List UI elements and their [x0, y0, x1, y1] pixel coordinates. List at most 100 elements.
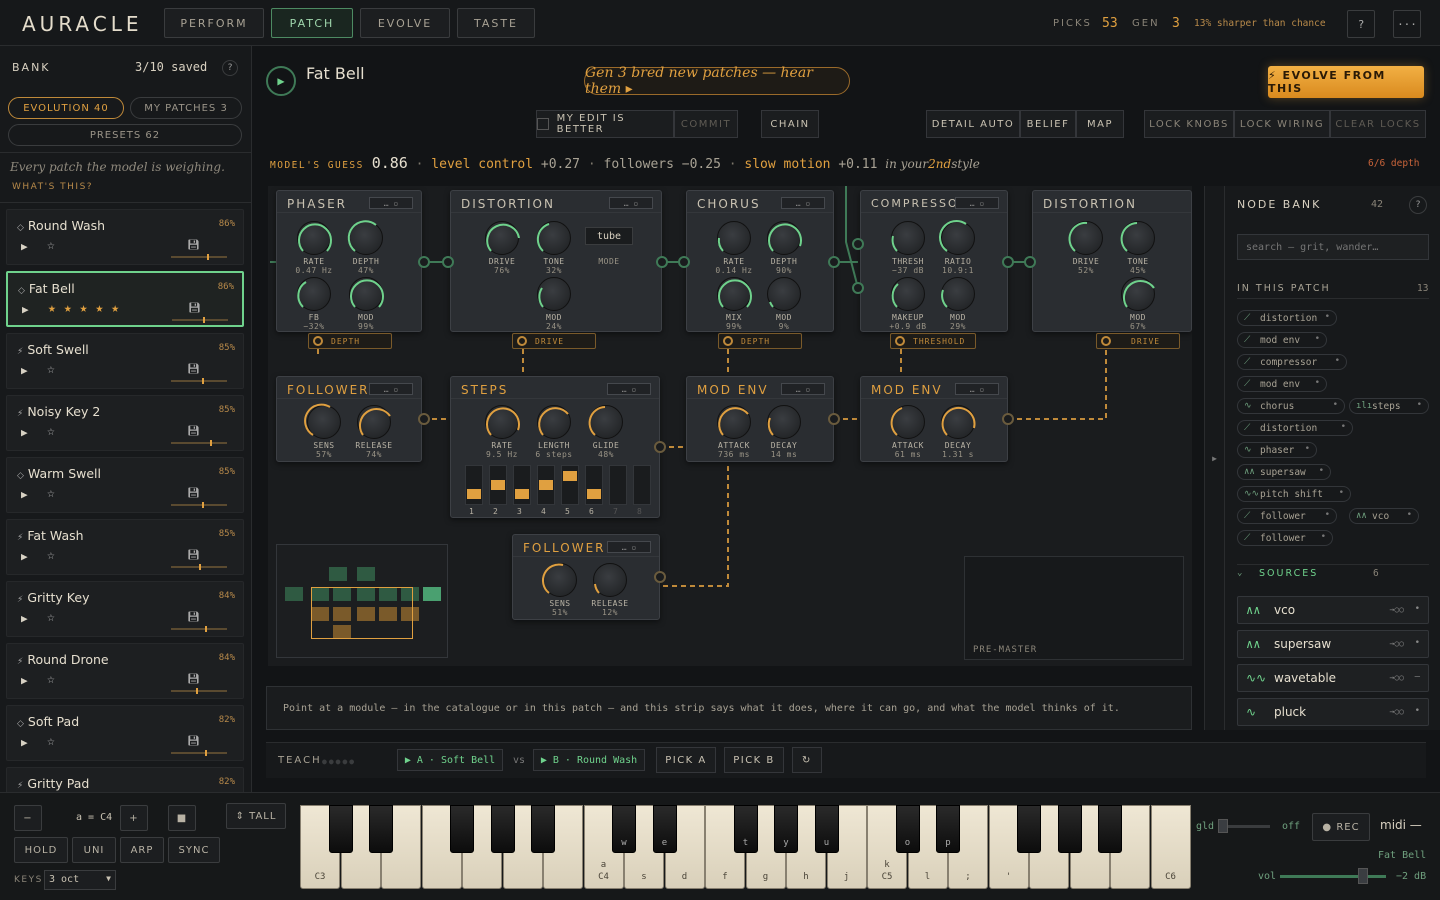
play-option-a-button[interactable]: ▶ A · Soft Bell — [397, 749, 503, 771]
detail-auto-button[interactable]: DETAIL AUTO — [926, 110, 1020, 138]
patch-node-chip[interactable]: ⟋ mod env • — [1237, 332, 1327, 348]
step-cell[interactable] — [609, 465, 627, 505]
distortion-module[interactable]: DISTORTION … ▫ DRIVE 76% TONE 32% tube MOD… — [450, 190, 662, 332]
add-route-icon[interactable]: →○○ — [1390, 707, 1404, 716]
lock-knobs-button[interactable]: LOCK KNOBS — [1144, 110, 1234, 138]
thresh-knob[interactable] — [891, 221, 925, 255]
commit-button[interactable]: COMMIT — [674, 110, 738, 138]
module-menu[interactable]: … ▫ — [607, 541, 651, 553]
sens-knob[interactable] — [542, 563, 577, 597]
sources-label[interactable]: SOURCES — [1259, 568, 1318, 579]
patch-card[interactable]: ⚡ Round Drone 84% ▶ ☆ 💾︎ — [6, 643, 244, 699]
collapse-panel-handle[interactable]: ▶ — [1204, 186, 1224, 730]
source-item[interactable]: ∿ pluck →○○ • — [1237, 698, 1429, 726]
module-menu[interactable]: … ▫ — [781, 383, 825, 395]
slider-handle[interactable] — [1358, 868, 1368, 884]
mod-output-port[interactable] — [654, 441, 666, 453]
glide-slider[interactable] — [1218, 819, 1270, 833]
phaser-module[interactable]: PHASER … ▫ RATE 0.47 Hz DEPTH 47% FB −32% M… — [276, 190, 422, 332]
patch-node-chip[interactable]: ⟋ distortion • — [1237, 310, 1337, 326]
presets-filter[interactable]: PRESETS 62 — [8, 124, 242, 146]
minimap-viewport[interactable] — [311, 587, 413, 639]
mod-knob[interactable] — [1121, 277, 1155, 311]
black-key[interactable] — [369, 805, 393, 853]
play-icon[interactable]: ▶ — [21, 674, 28, 687]
stop-button[interactable]: ■ — [168, 805, 196, 831]
follower-module[interactable]: FOLLOWER … ▫ SENS 57% RELEASE 74% — [276, 376, 422, 462]
play-icon[interactable]: ▶ — [21, 364, 28, 377]
depth-knob[interactable] — [347, 220, 383, 255]
tab-evolve[interactable]: EVOLVE — [360, 8, 450, 38]
mod-knob[interactable] — [941, 277, 975, 311]
attack-knob[interactable] — [717, 405, 751, 439]
record-button[interactable]: ● REC — [1312, 813, 1370, 841]
patch-card[interactable]: ◇ Soft Pad 82% ▶ ☆ 💾︎ — [6, 705, 244, 761]
black-key[interactable]: o — [895, 805, 920, 853]
save-icon[interactable]: 💾︎ — [187, 612, 200, 623]
drive-knob[interactable] — [485, 221, 520, 255]
my-patches-filter[interactable]: MY PATCHES 3 — [130, 97, 242, 119]
tone-knob[interactable] — [1120, 221, 1155, 255]
save-icon[interactable]: 💾︎ — [187, 364, 200, 375]
play-icon[interactable]: ▶ — [21, 426, 28, 439]
octave-down-button[interactable]: − — [14, 805, 42, 831]
fb-knob[interactable] — [297, 277, 331, 311]
evolve-from-this-button[interactable]: ⚡ EVOLVE FROM THIS — [1268, 66, 1424, 98]
help-button[interactable]: ? — [1347, 10, 1375, 38]
patch-node-chip[interactable]: ∿ chorus • — [1237, 398, 1345, 414]
step-cell[interactable] — [489, 465, 507, 505]
save-icon[interactable]: 💾︎ — [187, 426, 200, 437]
unison-button[interactable]: UNI — [72, 837, 116, 863]
output-port[interactable] — [656, 256, 668, 268]
mod-knob[interactable] — [767, 277, 801, 311]
new-patches-banner[interactable]: Gen 3 bred new patches — hear them ▸ — [584, 65, 850, 97]
follower-module-2[interactable]: FOLLOWER … ▫ SENS 51% RELEASE 12% — [512, 534, 660, 620]
module-menu[interactable]: … ▫ — [609, 197, 653, 209]
input-port[interactable] — [442, 256, 454, 268]
save-icon[interactable]: 💾︎ — [187, 736, 200, 747]
output-port[interactable] — [418, 256, 430, 268]
depth-knob[interactable] — [767, 221, 802, 255]
output-port[interactable] — [828, 256, 840, 268]
module-menu[interactable]: … ▫ — [955, 383, 999, 395]
patch-node-chip[interactable]: ∧∧ vco • — [1349, 508, 1419, 524]
patch-card[interactable]: ⚡Gritty Pad 82% ▶ 💾︎ — [6, 767, 244, 792]
mix-knob[interactable] — [717, 277, 752, 311]
volume-slider[interactable] — [1280, 868, 1386, 884]
distortion-mod-target[interactable]: DRIVE — [512, 333, 596, 349]
sync-button[interactable]: SYNC — [168, 837, 220, 863]
mode-select[interactable]: tube — [585, 227, 633, 245]
step-cell[interactable] — [513, 465, 531, 505]
arp-button[interactable]: ARP — [120, 837, 164, 863]
module-menu[interactable]: … ▫ — [781, 197, 825, 209]
more-button[interactable]: ··· — [1393, 10, 1421, 38]
black-key[interactable] — [1057, 805, 1082, 853]
map-button[interactable]: MAP — [1076, 110, 1124, 138]
rate-knob[interactable] — [297, 221, 332, 255]
play-patch-button[interactable]: ▶ — [266, 66, 296, 96]
midi-status[interactable]: midi — — [1380, 818, 1422, 832]
input-port[interactable] — [1024, 256, 1036, 268]
black-key[interactable] — [490, 805, 515, 853]
evolution-filter[interactable]: EVOLUTION 40 — [8, 97, 124, 119]
rating-stars[interactable]: ☆ — [47, 548, 63, 563]
patch-node-chip[interactable]: ⟋ follower • — [1237, 530, 1333, 546]
play-option-b-button[interactable]: ▶ B · Round Wash — [533, 749, 645, 771]
patch-node-chip[interactable]: ∿∿ pitch shift • — [1237, 486, 1351, 502]
bank-help-icon[interactable]: ? — [222, 60, 238, 76]
clear-locks-button[interactable]: CLEAR LOCKS — [1330, 110, 1426, 138]
patch-card[interactable]: ⚡ Gritty Key 84% ▶ ☆ 💾︎ — [6, 581, 244, 637]
distortion-2-mod-target[interactable]: DRIVE — [1096, 333, 1180, 349]
save-icon[interactable]: 💾︎ — [187, 674, 200, 685]
tall-toggle[interactable]: ⇕ TALL — [226, 803, 286, 829]
black-key[interactable] — [328, 805, 353, 853]
black-key[interactable]: w — [612, 805, 636, 853]
rating-stars[interactable]: ★★★★★ — [48, 301, 127, 316]
module-menu[interactable]: … ▫ — [955, 197, 999, 209]
keys-range-select[interactable]: 3 oct ▼ — [44, 870, 116, 890]
patch-node-chip[interactable]: ⟋ mod env • — [1237, 376, 1327, 392]
black-key[interactable]: y — [774, 805, 798, 853]
save-icon[interactable]: 💾︎ — [187, 488, 200, 499]
decay-knob[interactable] — [767, 405, 801, 439]
rating-stars[interactable]: ☆ — [47, 362, 63, 377]
